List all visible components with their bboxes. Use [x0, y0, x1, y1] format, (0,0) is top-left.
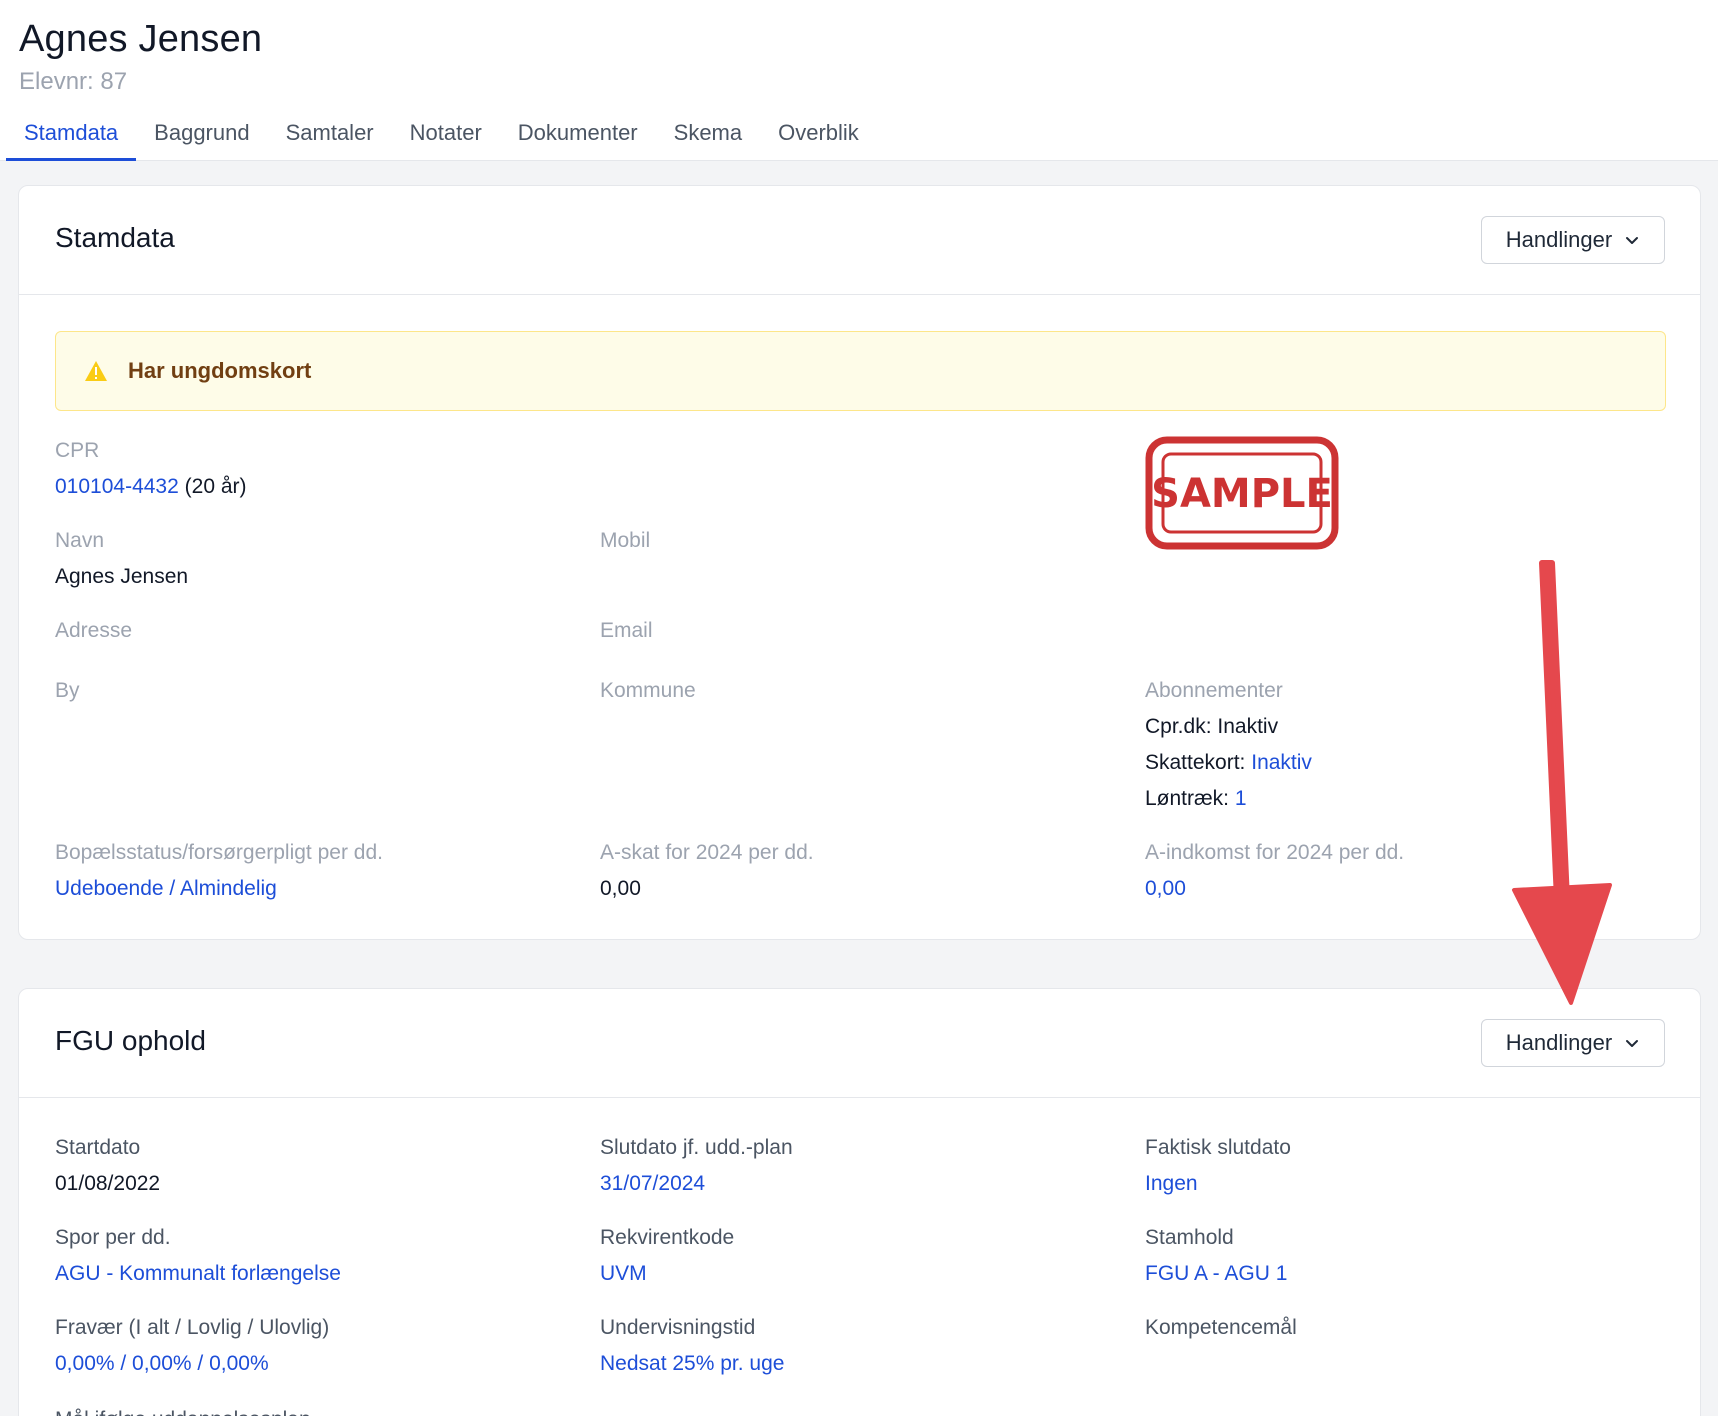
- adresse-field: Adresse: [55, 618, 132, 644]
- faktisk-slutdato-field: Faktisk slutdato Ingen: [1145, 1135, 1291, 1197]
- skattekort-link[interactable]: Inaktiv: [1251, 751, 1312, 774]
- ungdomskort-alert: Har ungdomskort: [55, 331, 1666, 411]
- student-name: Agnes Jensen: [19, 18, 263, 60]
- navn-value: Agnes Jensen: [55, 565, 189, 588]
- warning-icon: [85, 361, 107, 381]
- undervisningstid-link[interactable]: Nedsat 25% pr. uge: [600, 1352, 784, 1375]
- chevron-down-icon: [1626, 1040, 1639, 1047]
- kompetencemaal-label: Kompetencemål: [1145, 1316, 1297, 1339]
- fravaer-field: Fravær (I alt / Lovlig / Ulovlig) 0,00% …: [55, 1315, 329, 1377]
- tab-overblik[interactable]: Overblik: [760, 106, 877, 161]
- slutdato-plan-field: Slutdato jf. udd.-plan 31/07/2024: [600, 1135, 793, 1197]
- navn-label: Navn: [55, 529, 105, 552]
- spor-link[interactable]: AGU - Kommunalt forlængelse: [55, 1262, 341, 1285]
- rekvirentkode-field: Rekvirentkode UVM: [600, 1225, 734, 1287]
- tab-stamdata[interactable]: Stamdata: [6, 106, 137, 161]
- askat-field: A-skat for 2024 per dd. 0,00: [600, 840, 814, 902]
- skattekort-label: Skattekort:: [1145, 751, 1246, 774]
- undervisningstid-field: Undervisningstid Nedsat 25% pr. uge: [600, 1315, 784, 1377]
- tab-skema[interactable]: Skema: [656, 106, 760, 161]
- fgu-card: FGU ophold Handlinger Startdato 01/08/20…: [18, 988, 1701, 1416]
- undervisningstid-label: Undervisningstid: [600, 1316, 756, 1339]
- aindkomst-link[interactable]: 0,00: [1145, 877, 1186, 900]
- by-label: By: [55, 679, 80, 702]
- alert-text: Har ungdomskort: [128, 358, 312, 383]
- stamdata-title: Stamdata: [55, 222, 175, 253]
- askat-label: A-skat for 2024 per dd.: [600, 841, 814, 864]
- slutdato-plan-link[interactable]: 31/07/2024: [600, 1172, 705, 1195]
- email-field: Email: [600, 618, 653, 644]
- stamhold-field: Stamhold FGU A - AGU 1: [1145, 1225, 1287, 1287]
- cpr-label: CPR: [55, 439, 100, 462]
- actions-button-label: Handlinger: [1505, 1030, 1613, 1055]
- stamhold-label: Stamhold: [1145, 1226, 1234, 1249]
- cpr-link[interactable]: 010104-4432: [55, 475, 179, 498]
- student-number: Elevnr: 87: [19, 68, 128, 95]
- annotation-arrow-icon: [1512, 560, 1612, 1005]
- bopael-field: Bopælsstatus/forsørgerpligt per dd. Udeb…: [55, 840, 383, 902]
- abonnementer-label: Abonnementer: [1145, 679, 1283, 702]
- lontraek-label: Løntræk:: [1145, 787, 1230, 810]
- email-label: Email: [600, 619, 653, 642]
- aindkomst-field: A-indkomst for 2024 per dd. 0,00: [1145, 840, 1404, 902]
- actions-button-label: Handlinger: [1505, 227, 1613, 252]
- cpr-age: (20 år): [184, 475, 247, 498]
- student-page: Agnes Jensen Elevnr: 87 Stamdata Baggrun…: [0, 0, 1718, 1416]
- stamp-text: SAMPLE: [1151, 471, 1333, 517]
- startdato-field: Startdato 01/08/2022: [55, 1135, 160, 1197]
- stamdata-card: Stamdata Handlinger Har ungdomskort SAMP…: [18, 185, 1701, 940]
- chevron-down-icon: [1626, 237, 1639, 244]
- lontraek-link[interactable]: 1: [1235, 787, 1247, 810]
- tab-samtaler[interactable]: Samtaler: [268, 106, 392, 161]
- tab-bar: Stamdata Baggrund Samtaler Notater Dokum…: [0, 106, 877, 161]
- abonnementer-field: Abonnementer Cpr.dk: Inaktiv Skattekort:…: [1145, 678, 1312, 812]
- slutdato-plan-label: Slutdato jf. udd.-plan: [600, 1136, 793, 1159]
- fravaer-link[interactable]: 0,00% / 0,00% / 0,00%: [55, 1352, 269, 1375]
- kompetencemaal-field: Kompetencemål: [1145, 1315, 1297, 1341]
- fravaer-label: Fravær (I alt / Lovlig / Ulovlig): [55, 1316, 330, 1339]
- cpr-field: CPR 010104-4432 (20 år): [55, 438, 247, 500]
- tab-dokumenter[interactable]: Dokumenter: [500, 106, 656, 161]
- spor-field: Spor per dd. AGU - Kommunalt forlængelse: [55, 1225, 341, 1287]
- stamhold-link[interactable]: FGU A - AGU 1: [1145, 1262, 1287, 1285]
- kommune-field: Kommune: [600, 678, 696, 704]
- stamdata-actions-button[interactable]: Handlinger: [1481, 216, 1665, 264]
- stamdata-card-header: Stamdata Handlinger: [19, 186, 1700, 295]
- mobil-field: Mobil: [600, 528, 650, 554]
- tab-baggrund[interactable]: Baggrund: [136, 106, 267, 161]
- startdato-value: 01/08/2022: [55, 1172, 161, 1195]
- fgu-actions-button[interactable]: Handlinger: [1481, 1019, 1665, 1067]
- bopael-label: Bopælsstatus/forsørgerpligt per dd.: [55, 841, 383, 864]
- aindkomst-label: A-indkomst for 2024 per dd.: [1145, 841, 1405, 864]
- startdato-label: Startdato: [55, 1136, 141, 1159]
- page-header: Agnes Jensen Elevnr: 87 Stamdata Baggrun…: [0, 0, 1718, 161]
- tab-notater[interactable]: Notater: [392, 106, 500, 161]
- by-field: By: [55, 678, 80, 704]
- fgu-title: FGU ophold: [55, 1025, 206, 1056]
- faktisk-slutdato-label: Faktisk slutdato: [1145, 1136, 1291, 1159]
- sample-stamp: SAMPLE: [1145, 436, 1339, 550]
- cpr-dk-value: Inaktiv: [1217, 715, 1279, 738]
- cpr-dk-label: Cpr.dk:: [1145, 715, 1212, 738]
- fgu-card-header: FGU ophold Handlinger: [19, 989, 1700, 1098]
- mobil-label: Mobil: [600, 529, 651, 552]
- askat-value: 0,00: [600, 877, 641, 900]
- maal-label: Mål ifølge uddannelsesplan: [55, 1407, 311, 1416]
- adresse-label: Adresse: [55, 619, 133, 642]
- faktisk-slutdato-link[interactable]: Ingen: [1145, 1172, 1198, 1195]
- maal-field: Mål ifølge uddannelsesplan: [55, 1407, 311, 1416]
- navn-field: Navn Agnes Jensen: [55, 528, 188, 590]
- spor-label: Spor per dd.: [55, 1226, 171, 1249]
- kommune-label: Kommune: [600, 679, 696, 702]
- bopael-link[interactable]: Udeboende / Almindelig: [55, 877, 277, 900]
- rekvirentkode-link[interactable]: UVM: [600, 1262, 647, 1285]
- rekvirentkode-label: Rekvirentkode: [600, 1226, 735, 1249]
